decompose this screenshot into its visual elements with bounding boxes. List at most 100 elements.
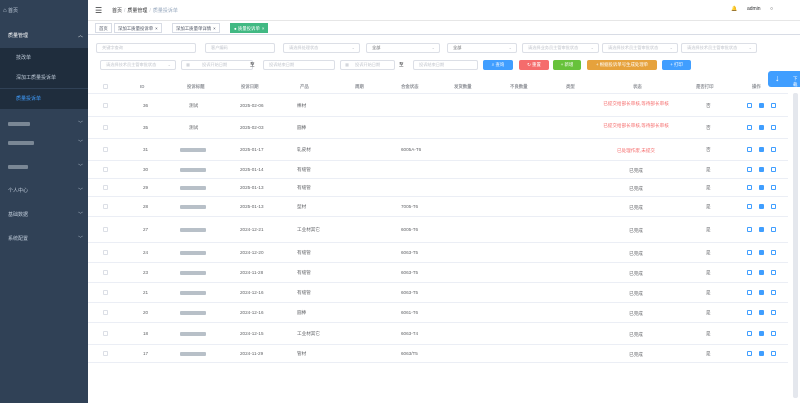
select-all-checkbox[interactable] <box>103 84 108 89</box>
hamburger-icon[interactable]: ☰ <box>95 6 102 15</box>
table-row[interactable]: 30 2025-01-14 有缝管 已完成 是 <box>88 161 788 179</box>
table-row[interactable]: 24 2024-12-20 有缝管 6063-T5 已完成 是 <box>88 243 788 263</box>
add-button[interactable]: + 新增 <box>553 60 581 70</box>
edit-icon[interactable] <box>771 250 776 255</box>
tag-deep-complaint[interactable]: 深加工质量投诉单 × <box>114 23 162 33</box>
row-checkbox[interactable] <box>103 103 108 108</box>
tech-manager-select[interactable]: 请选择技术员主管审批状态 ⌄ <box>100 60 176 70</box>
tag-quality-complaint[interactable]: ● 质量投诉单 × <box>230 23 269 33</box>
copy-icon[interactable] <box>747 290 752 295</box>
edit-icon[interactable] <box>771 227 776 232</box>
table-row[interactable]: 35 测试 2025-02-03 圆棒 已提交给部长审核,等待部长审核 否 <box>88 117 788 139</box>
copy-icon[interactable] <box>747 250 752 255</box>
tag-home[interactable]: 首页 <box>95 23 112 33</box>
view-icon[interactable] <box>759 250 764 255</box>
row-checkbox[interactable] <box>103 227 108 232</box>
row-checkbox[interactable] <box>103 185 108 190</box>
sidebar-item-profile[interactable]: 个人中心 ﹀ <box>0 184 88 198</box>
keyword-input[interactable]: 关键字查询 <box>96 43 196 53</box>
copy-icon[interactable] <box>747 167 752 172</box>
view-icon[interactable] <box>759 204 764 209</box>
view-icon[interactable] <box>759 147 764 152</box>
sidebar-item-system[interactable]: 系统配置 ﹀ <box>0 232 88 246</box>
edit-icon[interactable] <box>771 185 776 190</box>
table-row[interactable]: 36 测试 2025-02-06 棒材 已提交给部长审核,等待部长审核 否 <box>88 95 788 117</box>
sidebar-item-blurred-3[interactable]: ﹀ <box>0 160 88 174</box>
table-row[interactable]: 29 2025-01-13 有缝管 已完成 是 <box>88 179 788 197</box>
close-icon[interactable]: × <box>262 26 265 31</box>
table-row[interactable]: 17 2024-11-29 管材 6063/T5 已完成 是 <box>88 345 788 363</box>
copy-icon[interactable] <box>747 125 752 130</box>
edit-icon[interactable] <box>771 270 776 275</box>
sidebar-subitem-tech-change[interactable]: 技改单 <box>0 48 88 68</box>
customer-input[interactable]: 客户编码 <box>205 43 275 53</box>
view-icon[interactable] <box>759 103 764 108</box>
view-icon[interactable] <box>759 310 764 315</box>
edit-icon[interactable] <box>771 103 776 108</box>
row-checkbox[interactable] <box>103 270 108 275</box>
row-checkbox[interactable] <box>103 167 108 172</box>
sidebar-subitem-quality-complaint[interactable]: 质量投诉单 <box>0 89 88 109</box>
breadcrumb-item[interactable]: 质量管理 <box>127 8 147 14</box>
row-checkbox[interactable] <box>103 331 108 336</box>
scrollbar[interactable] <box>793 93 798 398</box>
salesman-approval-select[interactable]: 请选择业务员主管审批状态 ⌄ <box>522 43 599 53</box>
copy-icon[interactable] <box>747 270 752 275</box>
table-row[interactable]: 31 2025-01-17 轧皮材 6005A-T6 已处理作废,未提交 否 <box>88 139 788 161</box>
close-icon[interactable]: × <box>155 26 158 31</box>
edit-icon[interactable] <box>771 290 776 295</box>
close-icon[interactable]: × <box>213 26 216 31</box>
generate-handling-button[interactable]: + 根据投诉单号生成处理单 <box>587 60 657 70</box>
copy-icon[interactable] <box>747 103 752 108</box>
copy-icon[interactable] <box>747 204 752 209</box>
table-row[interactable]: 27 2024-12-21 工业材其它 6005-T6 已完成 是 <box>88 217 788 243</box>
print-button[interactable]: + 打印 <box>662 60 691 70</box>
sidebar-item-quality[interactable]: 质量管理 ︿ <box>0 29 88 43</box>
view-icon[interactable] <box>759 270 764 275</box>
table-row[interactable]: 23 2024-11-28 有缝管 6063-T5 已完成 是 <box>88 263 788 283</box>
edit-icon[interactable] <box>771 331 776 336</box>
reset-button[interactable]: ↻ 重置 <box>519 60 549 70</box>
tech-approval-select-2[interactable]: 请选择技术员主管审批状态 ⌄ <box>681 43 757 53</box>
edit-icon[interactable] <box>771 204 776 209</box>
review-status-select[interactable]: 请选择处理状态 ⌄ <box>283 43 360 53</box>
all-select-2[interactable]: 全部 ⌄ <box>447 43 517 53</box>
sidebar-item-blurred-2[interactable]: ﹀ <box>0 136 88 150</box>
row-checkbox[interactable] <box>103 310 108 315</box>
edit-icon[interactable] <box>771 167 776 172</box>
edit-icon[interactable] <box>771 351 776 356</box>
table-row[interactable]: 21 2024-12-16 有缝管 6063-T5 已完成 是 <box>88 283 788 303</box>
user-menu-icon[interactable]: ○ <box>770 6 773 12</box>
row-checkbox[interactable] <box>103 250 108 255</box>
copy-icon[interactable] <box>747 147 752 152</box>
table-row[interactable]: 20 2024-12-16 圆棒 6061-T6 已完成 是 <box>88 303 788 323</box>
sidebar-item-blurred-1[interactable]: ﹀ <box>0 117 88 131</box>
row-checkbox[interactable] <box>103 290 108 295</box>
start-date-input-2[interactable]: ▦ 投诉开始日期 <box>340 60 395 70</box>
row-checkbox[interactable] <box>103 351 108 356</box>
view-icon[interactable] <box>759 351 764 356</box>
view-icon[interactable] <box>759 167 764 172</box>
view-icon[interactable] <box>759 125 764 130</box>
bell-icon[interactable]: 🔔 <box>731 6 737 12</box>
row-checkbox[interactable] <box>103 147 108 152</box>
copy-icon[interactable] <box>747 227 752 232</box>
copy-icon[interactable] <box>747 310 752 315</box>
tech-approval-select-1[interactable]: 请选择技术员主管审批状态 ⌄ <box>602 43 678 53</box>
tag-deep-detail[interactable]: 深加工质量单详情 × <box>172 23 220 33</box>
copy-icon[interactable] <box>747 351 752 356</box>
table-row[interactable]: 28 2025-01-13 型材 7005-T6 已完成 是 <box>88 197 788 217</box>
start-date-input-1[interactable]: ▦ 投诉开始日期 <box>181 60 253 70</box>
all-select-1[interactable]: 全部 ⌄ <box>366 43 440 53</box>
view-icon[interactable] <box>759 227 764 232</box>
sidebar-subitem-deep-complaint[interactable]: 深加工质量投诉单 <box>0 68 88 88</box>
edit-icon[interactable] <box>771 125 776 130</box>
breadcrumb-item[interactable]: 首页 <box>112 8 122 14</box>
copy-icon[interactable] <box>747 185 752 190</box>
sidebar-item-home[interactable]: ⌂ 首页 <box>0 4 88 18</box>
copy-icon[interactable] <box>747 331 752 336</box>
row-checkbox[interactable] <box>103 204 108 209</box>
edit-icon[interactable] <box>771 147 776 152</box>
username[interactable]: admin <box>747 6 761 12</box>
row-checkbox[interactable] <box>103 125 108 130</box>
